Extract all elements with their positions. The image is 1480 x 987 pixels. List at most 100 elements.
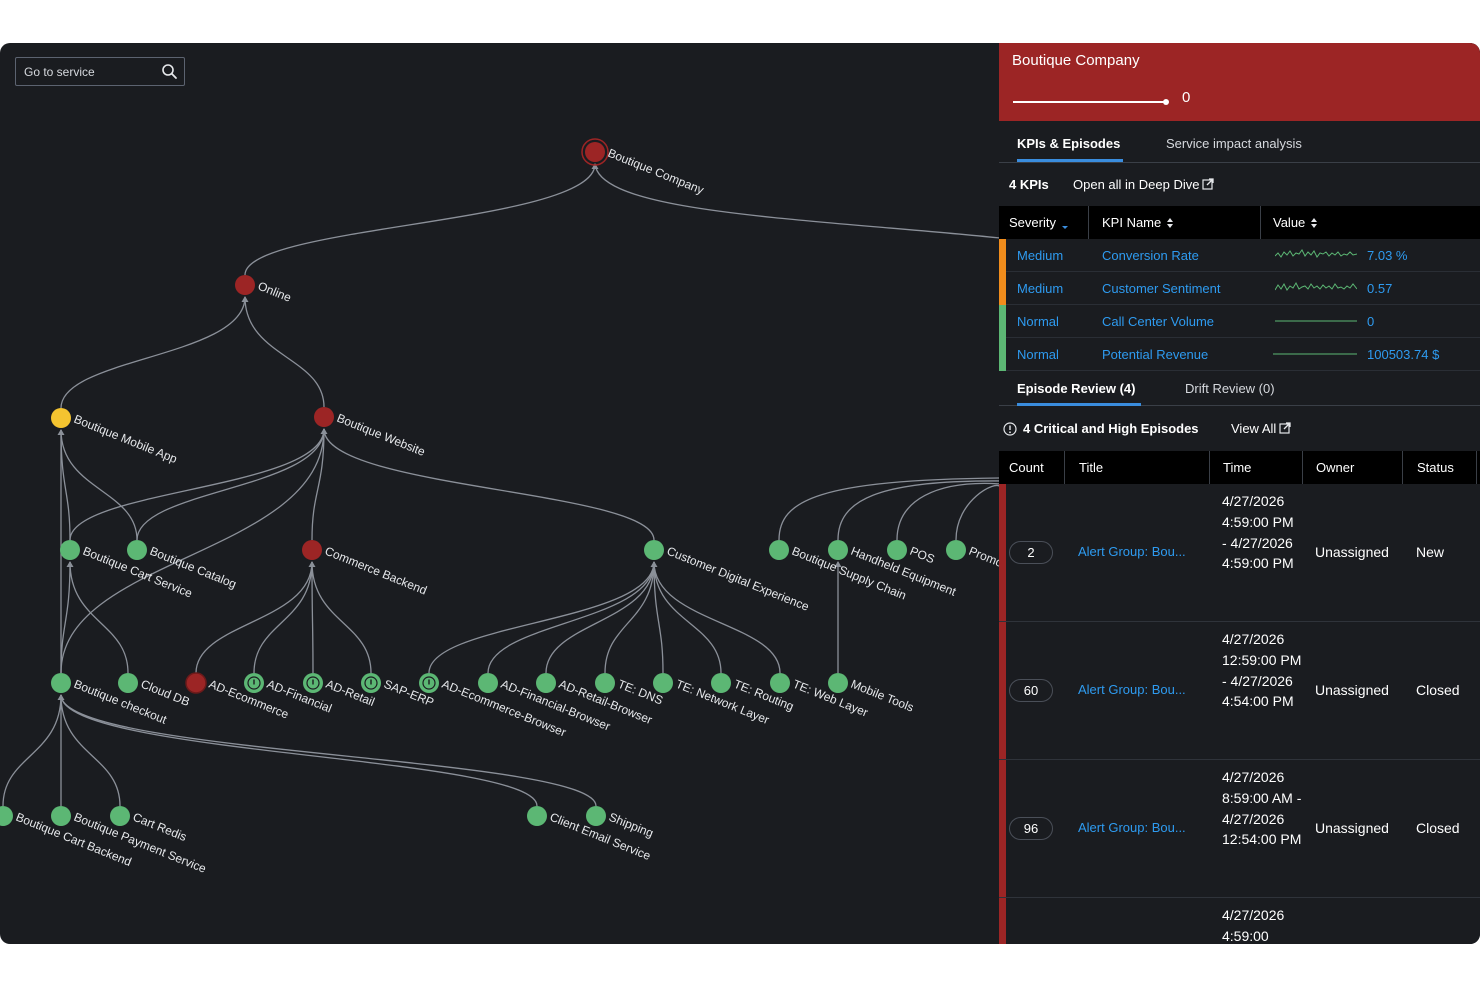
episode-status: New xyxy=(1416,544,1445,560)
dependency-edge xyxy=(653,561,781,674)
kpi-row[interactable]: Normal Potential Revenue 100503.74 $ xyxy=(999,338,1480,371)
episode-time: 4/27/2026 12:59:00 PM - 4/27/2026 4:54:0… xyxy=(1222,631,1302,710)
node-status-dot xyxy=(586,806,606,826)
health-score-value: 0 xyxy=(1182,89,1191,106)
kpi-row[interactable]: Medium Customer Sentiment 0.57 xyxy=(999,272,1480,305)
view-all-link[interactable]: View All xyxy=(1231,421,1291,436)
node-status-dot xyxy=(302,540,322,560)
tab-service-impact-analysis[interactable]: Service impact analysis xyxy=(1166,136,1302,151)
kpi-sparkline xyxy=(1273,353,1357,355)
node-status-dot xyxy=(110,806,130,826)
service-tree-map[interactable]: Boutique Company Online Boutique Mobile Ap… xyxy=(0,43,999,944)
tab-drift-review[interactable]: Drift Review (0) xyxy=(1185,381,1275,396)
dependency-edge xyxy=(428,561,655,674)
service-node-label: Boutique Mobile App xyxy=(72,412,180,466)
service-node-label: Customer Digital Experience xyxy=(665,544,812,614)
sort-icon xyxy=(1166,218,1173,228)
go-to-service-search[interactable] xyxy=(15,57,185,86)
kpi-row[interactable]: Medium Conversion Rate 7.03 % xyxy=(999,239,1480,272)
header-kpi-name[interactable]: KPI Name xyxy=(1102,215,1175,230)
kpi-name[interactable]: Customer Sentiment xyxy=(1102,281,1221,296)
column-divider xyxy=(1402,451,1403,484)
go-to-service-input[interactable] xyxy=(24,64,154,79)
node-status-dot xyxy=(118,673,138,693)
episode-title-link[interactable]: Alert Group: Bou... xyxy=(1078,820,1186,835)
column-divider xyxy=(1302,451,1303,484)
header-time[interactable]: Time xyxy=(1223,460,1251,475)
service-detail-panel: Boutique Company 0 KPIs & Episodes Servi… xyxy=(999,43,1480,944)
header-count[interactable]: Count xyxy=(1009,460,1044,475)
sort-icon xyxy=(1310,218,1317,228)
dependency-edge xyxy=(487,561,655,674)
kpi-sparkline xyxy=(1275,249,1357,258)
dependency-edge xyxy=(69,561,129,674)
dependency-edge xyxy=(244,296,325,408)
external-link-icon xyxy=(1202,178,1215,190)
node-status-dot xyxy=(60,540,80,560)
episode-row[interactable]: 4/27/2026 4:59:00 xyxy=(999,898,1480,944)
header-title[interactable]: Title xyxy=(1079,460,1103,475)
node-status-dot xyxy=(314,407,334,427)
kpi-row[interactable]: Normal Call Center Volume 0 xyxy=(999,305,1480,338)
header-kpi-name-label: KPI Name xyxy=(1102,215,1162,230)
service-node[interactable]: Promo xyxy=(946,540,999,570)
external-link-icon xyxy=(1279,422,1291,434)
search-icon[interactable] xyxy=(161,63,178,80)
node-status-dot xyxy=(653,673,673,693)
header-status[interactable]: Status xyxy=(1417,460,1454,475)
view-all-label: View All xyxy=(1231,421,1277,436)
node-status-dot xyxy=(235,275,255,295)
episode-title-link[interactable]: Alert Group: Bou... xyxy=(1078,682,1186,697)
service-node[interactable]: Commerce Backend xyxy=(302,540,429,598)
dependency-edge xyxy=(244,163,596,276)
open-deep-dive-link[interactable]: Open all in Deep Dive xyxy=(1073,177,1215,192)
kpi-severity: Normal xyxy=(1017,347,1059,362)
node-status-dot xyxy=(828,540,848,560)
node-status-dot xyxy=(185,672,207,694)
episode-time: 4/27/2026 8:59:00 AM - 4/27/2026 12:54:0… xyxy=(1222,769,1302,848)
kpi-name[interactable]: Potential Revenue xyxy=(1102,347,1208,362)
kpi-sparkline xyxy=(1275,281,1357,291)
episode-title-link[interactable]: Alert Group: Bou... xyxy=(1078,544,1186,559)
kpi-value: 0.57 xyxy=(1367,281,1393,296)
episode-row[interactable]: 60 Alert Group: Bou... 4/27/2026 12:59:0… xyxy=(999,622,1480,760)
kpi-severity: Normal xyxy=(1017,314,1059,329)
severity-indicator xyxy=(999,760,1006,897)
severity-indicator xyxy=(999,272,1006,305)
deep-dive-label: Open all in Deep Dive xyxy=(1073,177,1200,192)
service-node[interactable]: Boutique Website xyxy=(314,407,427,459)
column-divider xyxy=(1064,451,1065,484)
episode-owner: Unassigned xyxy=(1315,682,1389,698)
severity-indicator xyxy=(999,484,1006,621)
header-severity-label: Severity xyxy=(1009,215,1056,230)
kpi-name[interactable]: Call Center Volume xyxy=(1102,314,1214,329)
header-value-label: Value xyxy=(1273,215,1306,230)
column-divider xyxy=(1088,206,1089,239)
node-status-dot xyxy=(478,673,498,693)
service-node[interactable]: Boutique Company xyxy=(581,138,706,197)
episode-count-badge: 2 xyxy=(1009,541,1053,564)
episode-owner: Unassigned xyxy=(1315,544,1389,560)
episode-row[interactable]: 2 Alert Group: Bou... 4/27/2026 4:59:00 … xyxy=(999,484,1480,622)
tab-episode-review[interactable]: Episode Review (4) xyxy=(1017,381,1135,396)
service-tree-canvas: Boutique Company Online Boutique Mobile Ap… xyxy=(0,138,999,876)
column-divider xyxy=(1209,451,1210,484)
header-owner[interactable]: Owner xyxy=(1316,460,1354,475)
tab-kpis-episodes[interactable]: KPIs & Episodes xyxy=(1017,136,1120,151)
node-status-dot xyxy=(595,673,615,693)
kpi-count: 4 KPIs xyxy=(1009,177,1049,192)
header-value[interactable]: Value xyxy=(1273,215,1319,230)
health-score-bar xyxy=(1013,101,1165,103)
header-severity[interactable]: Severity xyxy=(1009,215,1070,230)
episode-time: 4/27/2026 4:59:00 xyxy=(1222,907,1285,944)
node-status-dot xyxy=(127,540,147,560)
kpi-value: 7.03 % xyxy=(1367,248,1408,263)
episode-row[interactable]: 96 Alert Group: Bou... 4/27/2026 8:59:00… xyxy=(999,760,1480,898)
service-node[interactable]: Boutique Mobile App xyxy=(51,408,179,466)
dependency-edge xyxy=(311,561,372,674)
kpi-name[interactable]: Conversion Rate xyxy=(1102,248,1199,263)
node-status-dot xyxy=(770,673,790,693)
dependency-edge xyxy=(60,429,138,541)
dependency-edge xyxy=(545,561,655,674)
sort-desc-icon xyxy=(1061,226,1068,229)
